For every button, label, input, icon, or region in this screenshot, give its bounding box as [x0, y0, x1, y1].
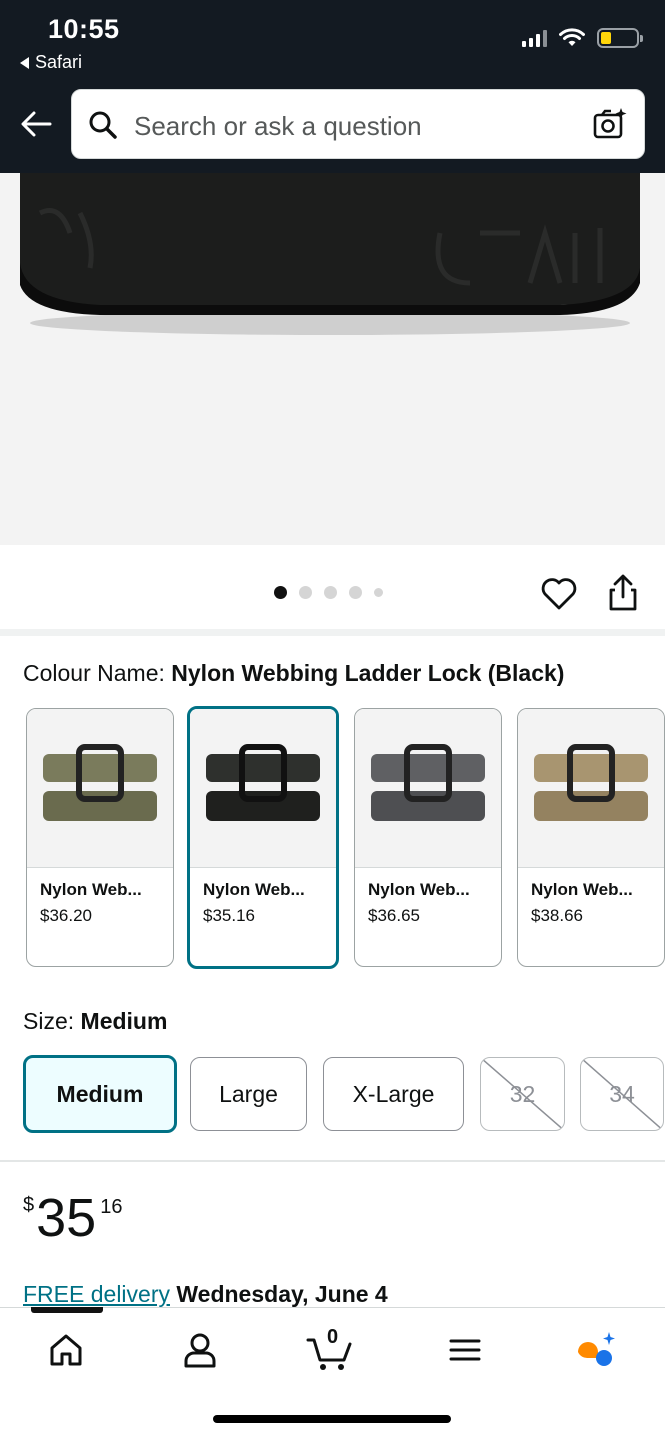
variant-name: Nylon Web... — [40, 880, 142, 899]
signal-icon — [522, 29, 547, 47]
pager-dot[interactable] — [299, 586, 312, 599]
size-option-medium[interactable]: Medium — [23, 1055, 177, 1133]
section-divider — [0, 1160, 665, 1162]
size-option-32[interactable]: 32 — [480, 1057, 565, 1131]
delivery-info: FREE delivery Wednesday, June 4 — [23, 1281, 388, 1308]
price-fraction: 16 — [100, 1196, 123, 1218]
variant-thumbnail — [355, 709, 501, 868]
home-indicator-bar — [213, 1415, 451, 1423]
price-whole: 35 — [36, 1188, 97, 1248]
unavailable-strike-icon — [581, 1058, 663, 1130]
back-to-app-link[interactable]: Safari — [20, 52, 82, 73]
size-option-x-large[interactable]: X-Large — [323, 1057, 464, 1131]
gallery-pager[interactable] — [274, 586, 383, 599]
colour-selected-value: Nylon Webbing Ladder Lock (Black) — [171, 660, 565, 686]
cart-button[interactable]: 0 — [306, 1326, 356, 1372]
variant-price: $36.20 — [40, 906, 92, 925]
variant-thumbnail — [27, 709, 173, 868]
size-option-34[interactable]: 34 — [580, 1057, 664, 1131]
back-triangle-icon — [20, 56, 29, 69]
pager-dot[interactable] — [274, 586, 287, 599]
variant-thumbnail — [518, 709, 664, 868]
active-tab-indicator — [31, 1307, 103, 1313]
search-input[interactable]: Search or ask a question — [71, 89, 645, 159]
colour-variant[interactable]: Nylon Web... $36.20 — [26, 708, 174, 967]
variant-thumbnail — [190, 709, 336, 868]
delivery-date: Wednesday, June 4 — [176, 1281, 388, 1307]
size-heading: Size: Medium — [23, 1008, 167, 1035]
colour-variant[interactable]: Nylon Web... $36.65 — [354, 708, 502, 967]
colour-variants: Nylon Web... $36.20 Nylon Web... $35.16 … — [26, 706, 665, 970]
colour-variant-selected[interactable]: Nylon Web... $35.16 — [187, 706, 339, 969]
product-price: $ 35 16 — [23, 1188, 122, 1248]
variant-name: Nylon Web... — [203, 880, 305, 899]
section-divider — [0, 629, 665, 636]
unavailable-strike-icon — [481, 1058, 564, 1130]
belt-image — [20, 173, 640, 335]
size-selected-value: Medium — [80, 1008, 168, 1034]
cart-count: 0 — [327, 1326, 339, 1348]
free-delivery-link[interactable]: FREE delivery — [23, 1281, 170, 1307]
back-arrow-icon[interactable] — [18, 106, 54, 142]
variant-name: Nylon Web... — [368, 880, 470, 899]
back-app-label: Safari — [35, 52, 83, 72]
variant-price: $36.65 — [368, 906, 420, 925]
pager-dot[interactable] — [324, 586, 337, 599]
colour-variant[interactable]: Nylon Web... $38.66 — [517, 708, 665, 967]
search-placeholder: Search or ask a question — [134, 111, 422, 141]
status-icons — [522, 28, 643, 48]
pager-dot[interactable] — [374, 588, 383, 597]
size-option-large[interactable]: Large — [190, 1057, 307, 1131]
menu-icon[interactable] — [443, 1328, 487, 1372]
camera-search-icon[interactable] — [592, 106, 628, 142]
pager-dot[interactable] — [349, 586, 362, 599]
battery-icon — [597, 28, 643, 48]
heart-icon[interactable] — [540, 575, 578, 611]
variant-name: Nylon Web... — [531, 880, 633, 899]
gallery-controls — [0, 545, 665, 629]
rufus-assistant-icon[interactable] — [574, 1328, 618, 1372]
colour-label: Colour Name: — [23, 660, 165, 686]
search-icon — [89, 111, 117, 139]
account-icon[interactable] — [178, 1328, 222, 1372]
top-header: 10:55 Safari Search or ask a question — [0, 0, 665, 173]
wifi-icon — [559, 28, 585, 46]
share-icon[interactable] — [604, 573, 642, 613]
variant-price: $35.16 — [203, 906, 255, 925]
product-image[interactable] — [0, 173, 665, 545]
colour-heading: Colour Name: Nylon Webbing Ladder Lock (… — [23, 660, 564, 687]
variant-price: $38.66 — [531, 906, 583, 925]
price-symbol: $ — [23, 1194, 35, 1216]
size-label: Size: — [23, 1008, 75, 1034]
home-icon[interactable] — [44, 1328, 88, 1372]
status-time: 10:55 — [48, 14, 120, 44]
